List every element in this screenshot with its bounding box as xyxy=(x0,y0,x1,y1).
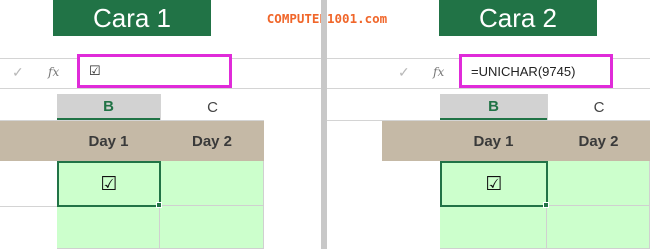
right-formula-bar-bottom-line xyxy=(327,88,650,89)
right-enter-check-icon[interactable]: ✓ xyxy=(398,64,410,81)
left-fill-handle[interactable] xyxy=(156,202,162,208)
left-day1-header[interactable]: Day 1 xyxy=(57,121,160,161)
right-column-header-b[interactable]: B xyxy=(440,94,547,120)
left-cell-value: ☑ xyxy=(100,173,118,195)
right-formula-text: =UNICHAR(9745) xyxy=(471,63,576,79)
left-cell-b2[interactable] xyxy=(57,206,160,249)
left-day2-header[interactable]: Day 2 xyxy=(160,121,264,161)
left-column-header-b[interactable]: B xyxy=(57,94,160,120)
right-selected-cell-b1[interactable]: ☑ xyxy=(440,161,548,207)
right-panel: ✓ fx =UNICHAR(9745) B C Day 1 Day 2 ☑ xyxy=(327,0,650,249)
left-cell-c1[interactable] xyxy=(160,161,264,206)
right-column-header-c[interactable]: C xyxy=(547,94,650,120)
right-fill-handle[interactable] xyxy=(543,202,549,208)
right-day2-header[interactable]: Day 2 xyxy=(547,121,650,161)
left-column-header-c[interactable]: C xyxy=(160,94,264,120)
left-fx-icon[interactable]: fx xyxy=(48,65,59,79)
left-enter-check-icon[interactable]: ✓ xyxy=(12,64,24,81)
left-formula-bar-bottom-line xyxy=(0,88,321,89)
right-day1-header[interactable]: Day 1 xyxy=(440,121,547,161)
right-cell-c2[interactable] xyxy=(547,206,650,249)
left-cell-c2[interactable] xyxy=(160,206,264,249)
left-row-gridline-1 xyxy=(0,206,57,207)
right-formula-input[interactable]: =UNICHAR(9745) xyxy=(459,54,613,88)
right-cell-value: ☑ xyxy=(485,173,503,195)
left-selected-cell-b1[interactable]: ☑ xyxy=(57,161,161,207)
right-cell-b2[interactable] xyxy=(440,206,547,249)
right-cell-c1[interactable] xyxy=(547,161,650,206)
right-fx-icon[interactable]: fx xyxy=(433,65,444,79)
left-formula-text: ☑ xyxy=(89,63,101,78)
left-panel: ✓ fx ☑ B C Day 1 Day 2 ☑ xyxy=(0,0,321,249)
left-formula-input[interactable]: ☑ xyxy=(77,54,232,88)
